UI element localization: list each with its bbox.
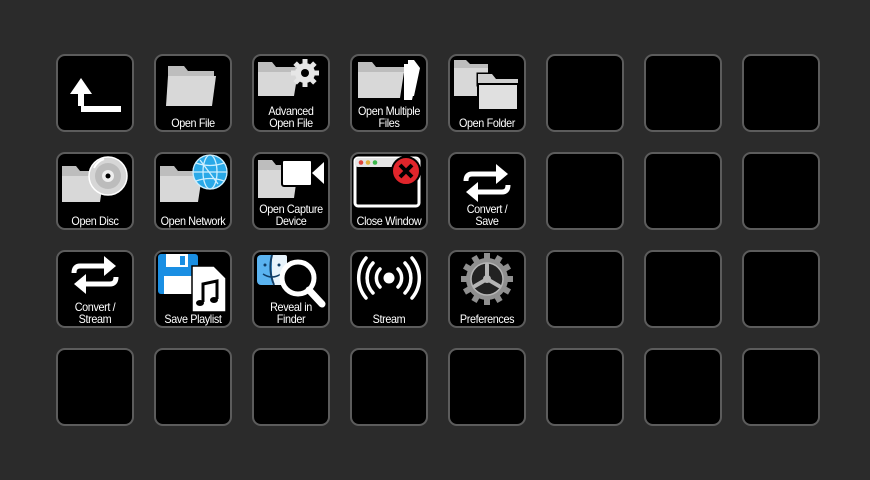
open-folder-label: Open Folder bbox=[458, 116, 516, 130]
open-disc-button[interactable]: Open Disc bbox=[56, 152, 134, 230]
open-multiple-files-button[interactable]: Open Multiple Files bbox=[350, 54, 428, 132]
empty-key[interactable] bbox=[546, 348, 624, 426]
open-folder-button[interactable]: Open Folder bbox=[448, 54, 526, 132]
convert-stream-button[interactable]: Convert / Stream bbox=[56, 250, 134, 328]
stream-label: Stream bbox=[372, 312, 406, 326]
close-window-button[interactable]: Close Window bbox=[350, 152, 428, 230]
empty-key[interactable] bbox=[742, 152, 820, 230]
reveal-in-finder-label: Reveal in Finder bbox=[270, 300, 312, 326]
empty-key[interactable] bbox=[742, 54, 820, 132]
open-file-button[interactable]: Open File bbox=[154, 54, 232, 132]
open-network-button[interactable]: Open Network bbox=[154, 152, 232, 230]
empty-key[interactable] bbox=[742, 348, 820, 426]
empty-key[interactable] bbox=[644, 152, 722, 230]
preferences-button[interactable]: Preferences bbox=[448, 250, 526, 328]
save-playlist-label: Save Playlist bbox=[164, 312, 222, 326]
convert-stream-label: Convert / Stream bbox=[74, 300, 116, 326]
empty-key[interactable] bbox=[546, 250, 624, 328]
empty-key[interactable] bbox=[644, 54, 722, 132]
empty-key[interactable] bbox=[252, 348, 330, 426]
empty-key[interactable] bbox=[546, 152, 624, 230]
advanced-open-file-button[interactable]: Advanced Open File bbox=[252, 54, 330, 132]
open-file-label: Open File bbox=[171, 116, 215, 130]
convert-save-button[interactable]: Convert / Save bbox=[448, 152, 526, 230]
empty-key[interactable] bbox=[546, 54, 624, 132]
close-window-label: Close Window bbox=[356, 214, 422, 228]
empty-key[interactable] bbox=[154, 348, 232, 426]
empty-key[interactable] bbox=[644, 250, 722, 328]
empty-key[interactable] bbox=[56, 348, 134, 426]
preferences-label: Preferences bbox=[459, 312, 515, 326]
open-disc-label: Open Disc bbox=[71, 214, 119, 228]
convert-save-label: Convert / Save bbox=[466, 202, 508, 228]
stream-button[interactable]: Stream bbox=[350, 250, 428, 328]
save-playlist-button[interactable]: Save Playlist bbox=[154, 250, 232, 328]
back-button[interactable] bbox=[56, 54, 134, 132]
empty-key[interactable] bbox=[644, 348, 722, 426]
open-multiple-files-label: Open Multiple Files bbox=[358, 104, 420, 130]
back-arrow-icon bbox=[70, 78, 121, 112]
reveal-in-finder-button[interactable]: Reveal in Finder bbox=[252, 250, 330, 328]
open-network-label: Open Network bbox=[160, 214, 226, 228]
button-grid: Open File Advanced Open File Open Multip… bbox=[56, 54, 820, 426]
empty-key[interactable] bbox=[350, 348, 428, 426]
advanced-open-file-label: Advanced Open File bbox=[268, 104, 314, 130]
open-capture-device-label: Open Capture Device bbox=[259, 202, 323, 228]
empty-key[interactable] bbox=[448, 348, 526, 426]
empty-key[interactable] bbox=[742, 250, 820, 328]
open-capture-device-button[interactable]: Open Capture Device bbox=[252, 152, 330, 230]
